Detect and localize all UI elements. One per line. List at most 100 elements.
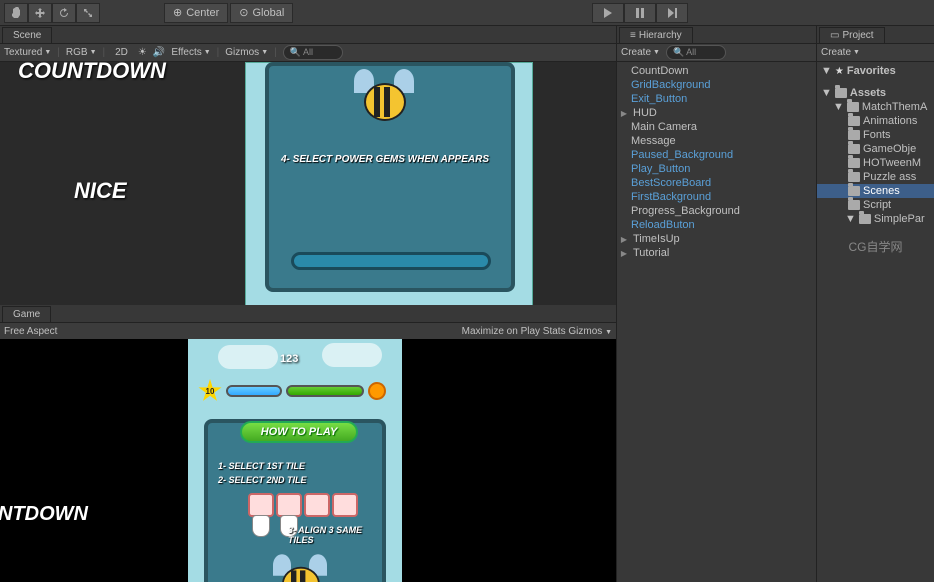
footer-text: CG自学网 bbox=[817, 238, 934, 255]
bee-icon bbox=[273, 556, 327, 582]
transform-tools bbox=[4, 3, 100, 23]
project-tab[interactable]: ▭Project bbox=[819, 27, 885, 43]
maximize-toggle[interactable]: Maximize on Play bbox=[462, 326, 540, 337]
ntdown-text: NTDOWN bbox=[0, 503, 88, 526]
modal-line4: 4- SELECT POWER GEMS WHEN APPEARS bbox=[281, 154, 489, 165]
expand-arrow[interactable]: ▼ bbox=[833, 101, 844, 113]
assets-folder[interactable]: ▼Assets bbox=[817, 86, 934, 100]
tile-row bbox=[248, 493, 358, 517]
hierarchy-item[interactable]: ReloadButon bbox=[617, 218, 816, 232]
expand-arrow[interactable]: ▼ bbox=[845, 213, 856, 225]
hierarchy-item[interactable]: Play_Button bbox=[617, 162, 816, 176]
gizmos-dropdown[interactable]: Gizmos ▼ bbox=[225, 47, 268, 58]
tile bbox=[332, 493, 358, 517]
render-mode[interactable]: RGB ▼ bbox=[66, 47, 97, 58]
how-line3: 3- ALIGN 3 SAME TILES bbox=[288, 525, 382, 545]
bee-icon bbox=[354, 71, 414, 131]
scene-tabs: Scene bbox=[0, 26, 616, 44]
move-tool[interactable] bbox=[28, 3, 52, 23]
expand-arrow[interactable]: ▶ bbox=[619, 109, 629, 118]
expand-arrow[interactable]: ▶ bbox=[619, 249, 629, 258]
project-toolbar: Create ▼ bbox=[817, 44, 934, 62]
folder-icon bbox=[848, 116, 860, 126]
project-list[interactable]: ▼★Favorites ▼Assets ▼MatchThemAAnimation… bbox=[817, 62, 934, 582]
create-dropdown[interactable]: Create ▼ bbox=[621, 47, 660, 58]
hierarchy-toolbar: Create ▼ 🔍 All bbox=[617, 44, 816, 62]
folder-icon bbox=[859, 214, 871, 224]
hand-tool[interactable] bbox=[4, 3, 28, 23]
game-frame: 123 10 HOW TO PLAY 1- SELECT 1ST TILE 2-… bbox=[188, 339, 402, 582]
hierarchy-item[interactable]: CountDown bbox=[617, 64, 816, 78]
scale-tool[interactable] bbox=[76, 3, 100, 23]
hierarchy-item[interactable]: GridBackground bbox=[617, 78, 816, 92]
expand-arrow[interactable]: ▶ bbox=[619, 235, 629, 244]
scene-view[interactable]: COUNTDOWN NICE 4- SELECT POWER GEMS WHEN… bbox=[0, 62, 616, 305]
tile bbox=[304, 493, 330, 517]
folder-icon bbox=[848, 158, 860, 168]
game-view[interactable]: NTDOWN 123 10 HOW TO PLAY 1- SELECT 1ST … bbox=[0, 339, 616, 582]
project-item[interactable]: Puzzle ass bbox=[817, 170, 934, 184]
pivot-mode[interactable]: ⊕Center bbox=[164, 3, 228, 23]
tutorial-modal: 4- SELECT POWER GEMS WHEN APPEARS bbox=[265, 62, 515, 292]
pause-button[interactable] bbox=[624, 3, 656, 23]
score: 123 bbox=[280, 353, 298, 365]
audio-icon[interactable]: 🔊 bbox=[153, 47, 165, 58]
project-item[interactable]: GameObje bbox=[817, 142, 934, 156]
create-dropdown[interactable]: Create ▼ bbox=[821, 47, 860, 58]
aspect-dropdown[interactable]: Free Aspect bbox=[4, 326, 57, 337]
hierarchy-item[interactable]: Exit_Button bbox=[617, 92, 816, 106]
scene-tab[interactable]: Scene bbox=[2, 27, 52, 43]
hand-icon bbox=[252, 515, 270, 537]
hierarchy-item[interactable]: Progress_Background bbox=[617, 204, 816, 218]
global-icon: ⊙ bbox=[239, 6, 248, 19]
hierarchy-item[interactable]: Message bbox=[617, 134, 816, 148]
stats-toggle[interactable]: Stats bbox=[543, 326, 566, 337]
project-item[interactable]: HOTweenM bbox=[817, 156, 934, 170]
center-icon: ⊕ bbox=[173, 6, 182, 19]
hierarchy-item[interactable]: ▶Tutorial bbox=[617, 246, 816, 260]
play-button[interactable] bbox=[592, 3, 624, 23]
main-toolbar: ⊕Center ⊙Global bbox=[0, 0, 934, 26]
project-item[interactable]: Fonts bbox=[817, 128, 934, 142]
xp-bar bbox=[226, 385, 282, 397]
pause-button-game[interactable] bbox=[368, 382, 386, 400]
handle-mode[interactable]: ⊙Global bbox=[230, 3, 293, 23]
folder-icon bbox=[835, 88, 847, 98]
hierarchy-search[interactable]: 🔍 All bbox=[666, 45, 726, 60]
hierarchy-tab[interactable]: ≡Hierarchy bbox=[619, 27, 693, 43]
game-tabs: Game bbox=[0, 305, 616, 323]
star-icon: 10 bbox=[198, 379, 222, 403]
project-item[interactable]: Script bbox=[817, 198, 934, 212]
rotate-tool[interactable] bbox=[52, 3, 76, 23]
hierarchy-item[interactable]: FirstBackground bbox=[617, 190, 816, 204]
effects-dropdown[interactable]: Effects ▼ bbox=[171, 47, 210, 58]
shading-mode[interactable]: Textured ▼ bbox=[4, 47, 51, 58]
hierarchy-item[interactable]: Main Camera bbox=[617, 120, 816, 134]
game-gizmos[interactable]: Gizmos ▼ bbox=[568, 326, 612, 337]
project-item[interactable]: ▼SimplePar bbox=[817, 212, 934, 226]
scene-toolbar: Textured ▼ | RGB ▼ | 2D ☀ 🔊 Effects ▼ | … bbox=[0, 44, 616, 62]
hud: 10 bbox=[198, 381, 392, 401]
step-button[interactable] bbox=[656, 3, 688, 23]
how-line1: 1- SELECT 1ST TILE bbox=[218, 461, 305, 471]
game-toolbar: Free Aspect Maximize on Play Stats Gizmo… bbox=[0, 323, 616, 339]
how-to-play-card: HOW TO PLAY 1- SELECT 1ST TILE 2- SELECT… bbox=[204, 419, 386, 582]
favorites-folder[interactable]: ▼★Favorites bbox=[817, 64, 934, 78]
folder-icon bbox=[847, 102, 859, 112]
project-item[interactable]: Animations bbox=[817, 114, 934, 128]
hierarchy-list[interactable]: CountDownGridBackgroundExit_Button▶HUDMa… bbox=[617, 62, 816, 582]
project-item[interactable]: ▼MatchThemA bbox=[817, 100, 934, 114]
modal-progress bbox=[291, 252, 491, 270]
light-icon[interactable]: ☀ bbox=[138, 47, 147, 58]
hierarchy-item[interactable]: Paused_Background bbox=[617, 148, 816, 162]
hierarchy-item[interactable]: BestScoreBoard bbox=[617, 176, 816, 190]
nice-text: NICE bbox=[74, 178, 127, 204]
hierarchy-item[interactable]: ▶TimeIsUp bbox=[617, 232, 816, 246]
how-title: HOW TO PLAY bbox=[240, 421, 358, 443]
scene-search[interactable]: 🔍 All bbox=[283, 45, 343, 60]
tile bbox=[248, 493, 274, 517]
game-tab[interactable]: Game bbox=[2, 306, 51, 322]
hierarchy-item[interactable]: ▶HUD bbox=[617, 106, 816, 120]
project-item[interactable]: Scenes bbox=[817, 184, 934, 198]
2d-toggle[interactable]: 2D bbox=[111, 47, 132, 58]
